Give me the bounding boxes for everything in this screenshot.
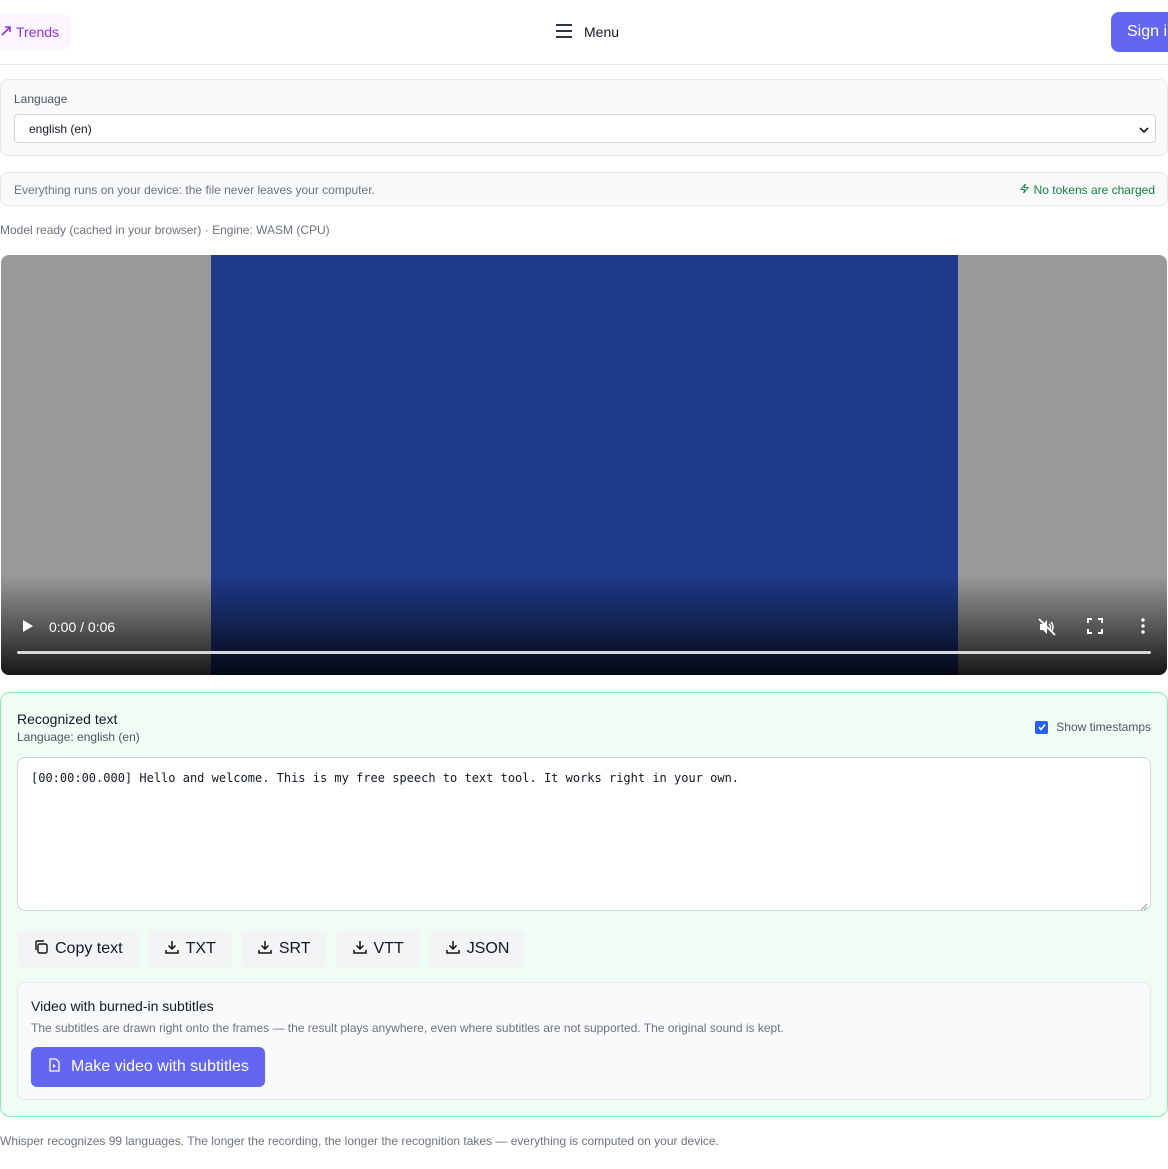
menu-button[interactable]: Menu xyxy=(554,20,619,44)
video-file-icon xyxy=(47,1057,61,1077)
play-icon[interactable] xyxy=(19,618,35,634)
transcript-text: [00:00:00.000] Hello and welcome. This i… xyxy=(31,771,740,785)
trends-label: Trends xyxy=(16,23,60,40)
model-status: Model ready (cached in your browser) · E… xyxy=(0,223,330,237)
recognized-text-panel: Recognized text Language: english (en) S… xyxy=(0,692,1168,1117)
lightning-icon xyxy=(1019,183,1030,197)
transcript-textarea[interactable]: [00:00:00.000] Hello and welcome. This i… xyxy=(17,757,1151,911)
download-srt-label: SRT xyxy=(278,940,311,957)
show-timestamps-checkbox[interactable] xyxy=(1035,720,1049,734)
resize-grip-icon[interactable] xyxy=(1140,900,1148,911)
hamburger-icon xyxy=(554,21,574,44)
muted-icon[interactable] xyxy=(1037,617,1057,637)
show-timestamps-label: Show timestamps xyxy=(1056,720,1151,734)
trends-link[interactable]: Trends xyxy=(0,14,72,49)
burn-subtitles-panel: Video with burned-in subtitles The subti… xyxy=(17,982,1151,1100)
recognized-language: Language: english (en) xyxy=(17,730,140,744)
video-controls-overlay xyxy=(1,575,1167,675)
show-timestamps-toggle[interactable]: Show timestamps xyxy=(1035,720,1151,734)
language-panel: Language english (en) xyxy=(0,79,1168,156)
download-vtt-button[interactable]: VTT xyxy=(335,930,420,968)
privacy-notice: Everything runs on your device: the file… xyxy=(0,172,1168,206)
burn-subtitles-title: Video with burned-in subtitles xyxy=(31,998,214,1014)
copy-icon xyxy=(33,939,49,960)
make-video-label: Make video with subtitles xyxy=(71,1058,249,1075)
video-progress-bar[interactable] xyxy=(17,651,1151,654)
download-txt-label: TXT xyxy=(185,940,216,957)
make-video-button[interactable]: Make video with subtitles xyxy=(31,1047,265,1087)
language-select-value: english (en) xyxy=(29,121,92,136)
no-tokens-badge: No tokens are charged xyxy=(1019,183,1155,197)
download-vtt-label: VTT xyxy=(373,940,404,957)
trend-arrow-icon xyxy=(0,24,12,40)
download-icon xyxy=(257,939,273,960)
download-json-button[interactable]: JSON xyxy=(428,930,526,968)
language-select[interactable]: english (en) xyxy=(14,114,1156,143)
download-txt-button[interactable]: TXT xyxy=(147,930,232,968)
copy-text-label: Copy text xyxy=(55,940,123,957)
menu-label: Menu xyxy=(584,24,620,40)
download-icon xyxy=(164,939,180,960)
sign-in-button[interactable]: Sign i xyxy=(1111,12,1168,52)
video-time: 0:00 / 0:06 xyxy=(49,619,116,635)
footer-note: Whisper recognizes 99 languages. The lon… xyxy=(0,1134,719,1148)
download-icon xyxy=(352,939,368,960)
burn-subtitles-description: The subtitles are drawn right onto the f… xyxy=(31,1021,784,1035)
video-player[interactable]: 0:00 / 0:06 xyxy=(1,255,1167,675)
copy-text-button[interactable]: Copy text xyxy=(17,930,139,968)
no-tokens-label: No tokens are charged xyxy=(1033,183,1155,197)
download-json-label: JSON xyxy=(466,940,510,957)
export-buttons: Copy text TXT SRT VTT JSON xyxy=(17,930,526,968)
chevron-down-icon xyxy=(1139,124,1149,134)
language-label: Language xyxy=(14,92,68,106)
download-icon xyxy=(445,939,461,960)
privacy-text: Everything runs on your device: the file… xyxy=(14,183,375,197)
recognized-text-title: Recognized text xyxy=(17,711,118,727)
fullscreen-icon[interactable] xyxy=(1086,617,1104,635)
top-bar: Trends Menu Sign i xyxy=(0,0,1168,65)
more-options-icon[interactable] xyxy=(1134,617,1152,635)
download-srt-button[interactable]: SRT xyxy=(240,930,327,968)
